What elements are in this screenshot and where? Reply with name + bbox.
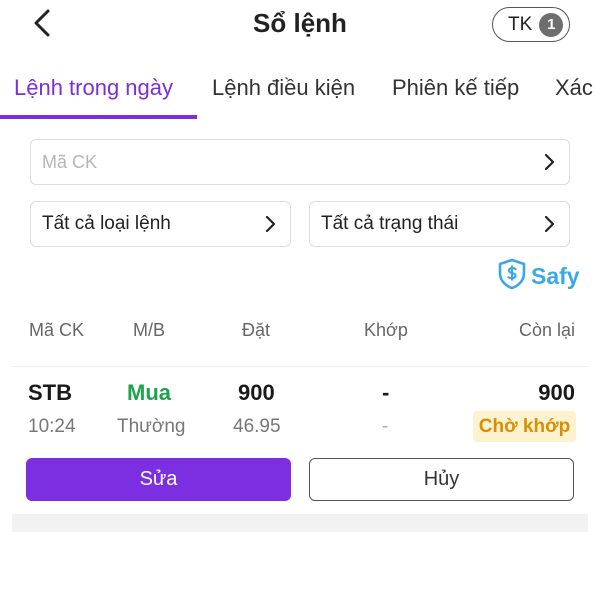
order-symbol: STB <box>28 380 72 405</box>
order-type-filter-label: Tất cả loại lệnh <box>42 213 171 234</box>
order-matched: - <box>382 380 390 405</box>
column-header-side: M/B <box>133 320 166 340</box>
column-header-remaining: Còn lại <box>518 320 575 340</box>
order-row: STB Mua 900 - 900 <box>0 380 600 410</box>
safy-logo-text: Safy <box>531 263 580 289</box>
account-label: TK <box>508 13 533 35</box>
safy-logo: Safy <box>497 258 580 295</box>
order-time: 10:24 <box>28 416 76 437</box>
account-count-badge: 1 <box>539 12 564 37</box>
account-selector[interactable]: TK 1 <box>492 7 570 42</box>
tab-bar: Lệnh trong ngày Lệnh điều kiện Phiên kế … <box>0 70 600 120</box>
shield-dollar-icon <box>497 258 527 295</box>
status-badge: Chờ khớp <box>473 411 576 442</box>
order-table-header: Mã CK M/B Đặt Khớp Còn lại <box>0 320 600 346</box>
edit-order-button[interactable]: Sửa <box>26 458 291 501</box>
order-type: Thường <box>117 416 186 437</box>
tab-next-session[interactable]: Phiên kế tiếp <box>392 75 519 101</box>
order-type-filter[interactable]: Tất cả loại lệnh <box>30 201 291 247</box>
chevron-right-icon <box>541 215 557 233</box>
symbol-search-field[interactable]: Mã CK <box>30 139 570 185</box>
status-filter[interactable]: Tất cả trạng thái <box>309 201 570 247</box>
symbol-search-placeholder: Mã CK <box>42 151 98 172</box>
cancel-order-button[interactable]: Hủy <box>309 458 574 501</box>
order-remaining: 900 <box>538 380 575 405</box>
header: Sổ lệnh TK 1 <box>0 0 600 52</box>
active-tab-indicator <box>0 115 197 119</box>
column-header-symbol: Mã CK <box>29 320 85 340</box>
column-header-matched: Khớp <box>364 320 408 340</box>
chevron-right-icon <box>541 153 557 171</box>
chevron-right-icon <box>262 215 278 233</box>
card-footer-separator <box>12 514 588 532</box>
divider <box>12 366 588 367</box>
tab-intraday-orders[interactable]: Lệnh trong ngày <box>14 75 173 101</box>
order-matched-price: - <box>382 416 389 437</box>
order-quantity: 900 <box>238 380 275 405</box>
order-side: Mua <box>127 380 171 405</box>
order-price: 46.95 <box>233 416 281 437</box>
tab-confirm[interactable]: Xác n <box>555 75 600 101</box>
status-filter-label: Tất cả trạng thái <box>321 213 459 234</box>
column-header-order-qty: Đặt <box>242 320 271 340</box>
tab-conditional-orders[interactable]: Lệnh điều kiện <box>212 75 355 101</box>
